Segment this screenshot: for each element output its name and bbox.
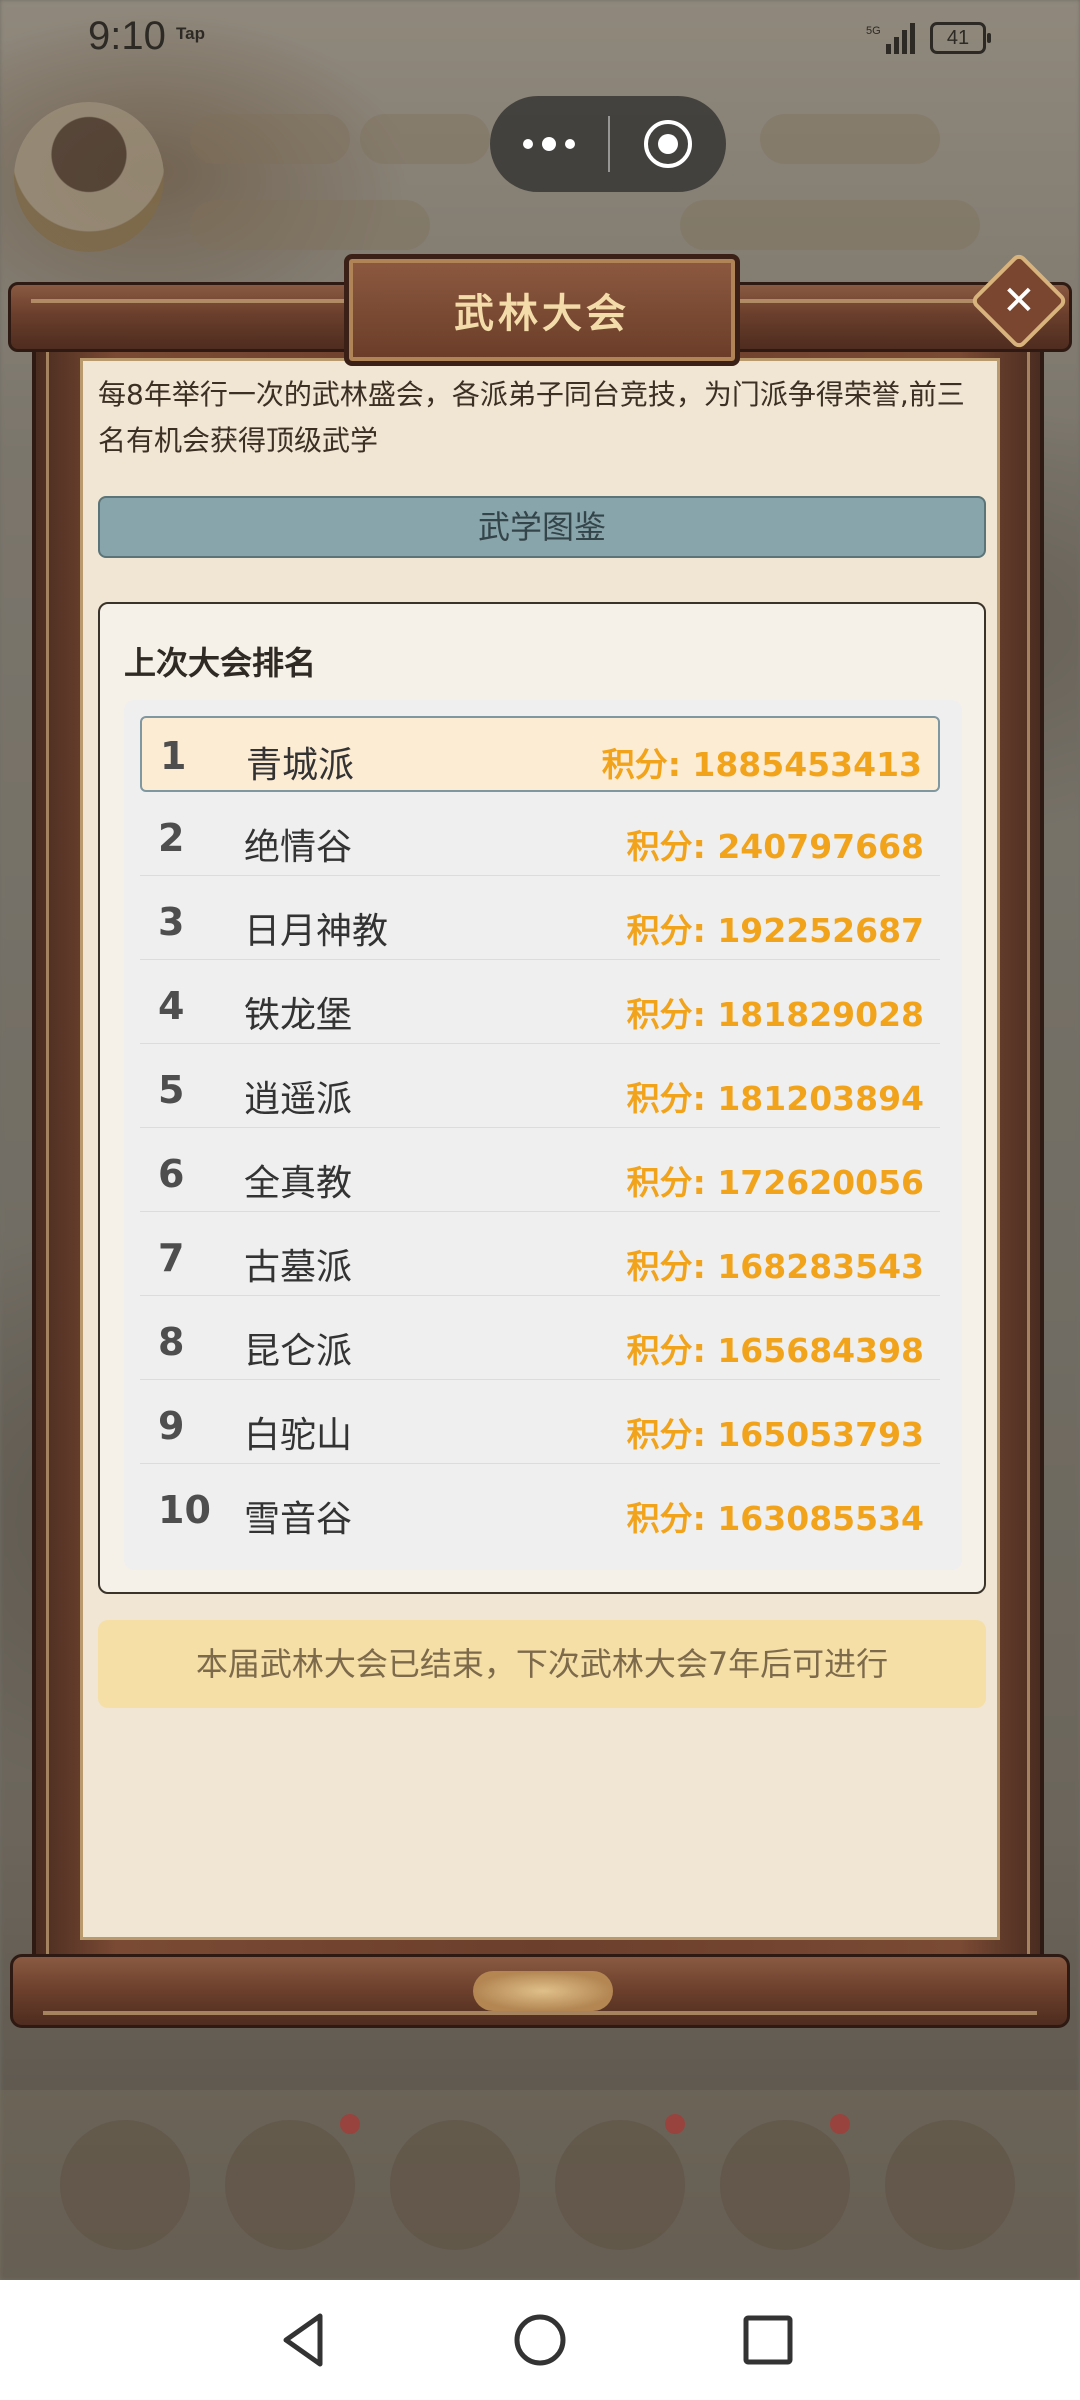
modal-title-plaque: 武林大会 bbox=[344, 254, 740, 366]
battery-icon: 41 bbox=[930, 22, 991, 54]
ranking-row[interactable]: 1 青城派 积分: 1885453413 bbox=[140, 716, 940, 792]
ranking-row[interactable]: 6 全真教 积分: 172620056 bbox=[140, 1136, 940, 1212]
martial-arts-catalog-button[interactable]: 武学图鉴 bbox=[98, 496, 986, 558]
miniprogram-capsule bbox=[490, 96, 726, 192]
sect-name: 绝情谷 bbox=[244, 827, 353, 868]
ranking-panel: 上次大会排名 1 青城派 积分: 1885453413 2 绝情谷 积分: 24… bbox=[98, 602, 986, 1594]
sect-score: 积分: 181203894 bbox=[626, 1079, 924, 1118]
close-icon: ✕ bbox=[1002, 277, 1036, 324]
sect-score: 积分: 168283543 bbox=[626, 1247, 924, 1286]
sect-score: 积分: 181829028 bbox=[626, 995, 924, 1034]
back-icon[interactable] bbox=[272, 2308, 336, 2372]
sect-name: 全真教 bbox=[244, 1163, 353, 1204]
ranking-title: 上次大会排名 bbox=[124, 644, 317, 682]
rank-number: 3 bbox=[158, 900, 185, 944]
rank-number: 8 bbox=[158, 1320, 185, 1364]
home-icon[interactable] bbox=[508, 2308, 572, 2372]
rank-number: 5 bbox=[158, 1068, 185, 1112]
rank-number: 2 bbox=[158, 816, 185, 860]
tournament-description: 每8年举行一次的武林盛会，各派弟子同台竞技，为门派争得荣誉,前三名有机会获得顶级… bbox=[98, 378, 965, 457]
ranking-row[interactable]: 3 日月神教 积分: 192252687 bbox=[140, 884, 940, 960]
rank-number: 10 bbox=[158, 1488, 211, 1532]
sect-name: 白驼山 bbox=[244, 1415, 353, 1456]
miniprogram-close-icon[interactable] bbox=[610, 96, 726, 192]
ranking-list: 1 青城派 积分: 1885453413 2 绝情谷 积分: 240797668… bbox=[124, 700, 962, 1570]
signal-icon: 5G bbox=[866, 23, 915, 54]
system-navigation-bar bbox=[0, 2280, 1080, 2400]
modal-title: 武林大会 bbox=[454, 291, 630, 337]
rank-number: 6 bbox=[158, 1152, 185, 1196]
ranking-row[interactable]: 5 逍遥派 积分: 181203894 bbox=[140, 1052, 940, 1128]
sect-name: 雪音谷 bbox=[244, 1499, 353, 1540]
rank-number: 4 bbox=[158, 984, 185, 1028]
scroll-bottom-rod bbox=[10, 1954, 1070, 2028]
tournament-status-notice: 本届武林大会已结束，下次武林大会7年后可进行 bbox=[98, 1620, 986, 1708]
rank-number: 7 bbox=[158, 1236, 185, 1280]
ranking-row[interactable]: 7 古墓派 积分: 168283543 bbox=[140, 1220, 940, 1296]
status-time: 9:10 bbox=[88, 14, 166, 58]
sect-score: 积分: 192252687 bbox=[626, 911, 924, 950]
ranking-row[interactable]: 10 雪音谷 积分: 163085534 bbox=[140, 1472, 940, 1548]
sect-score: 积分: 165684398 bbox=[626, 1331, 924, 1370]
svg-text:5G: 5G bbox=[866, 25, 881, 37]
sect-score: 积分: 172620056 bbox=[626, 1163, 924, 1202]
sect-name: 古墓派 bbox=[244, 1247, 353, 1288]
sect-name: 逍遥派 bbox=[244, 1079, 353, 1120]
sect-score: 积分: 1885453413 bbox=[601, 745, 922, 784]
ranking-row[interactable]: 8 昆仑派 积分: 165684398 bbox=[140, 1304, 940, 1380]
sect-score: 积分: 165053793 bbox=[626, 1415, 924, 1454]
status-bar: 9:10 Tap 5G 41 bbox=[0, 0, 1080, 80]
rank-number: 9 bbox=[158, 1404, 185, 1448]
sect-name: 青城派 bbox=[246, 745, 355, 786]
sect-score: 积分: 240797668 bbox=[626, 827, 924, 866]
rank-number: 1 bbox=[160, 734, 187, 778]
ranking-row[interactable]: 4 铁龙堡 积分: 181829028 bbox=[140, 968, 940, 1044]
tap-indicator: Tap bbox=[176, 24, 205, 43]
ranking-row[interactable]: 9 白驼山 积分: 165053793 bbox=[140, 1388, 940, 1464]
sect-name: 日月神教 bbox=[244, 911, 389, 952]
more-icon[interactable] bbox=[490, 96, 608, 192]
recents-icon[interactable] bbox=[736, 2308, 800, 2372]
sect-name: 铁龙堡 bbox=[244, 995, 353, 1036]
ranking-row[interactable]: 2 绝情谷 积分: 240797668 bbox=[140, 800, 940, 876]
sect-name: 昆仑派 bbox=[244, 1331, 353, 1372]
sect-score: 积分: 163085534 bbox=[626, 1499, 924, 1538]
